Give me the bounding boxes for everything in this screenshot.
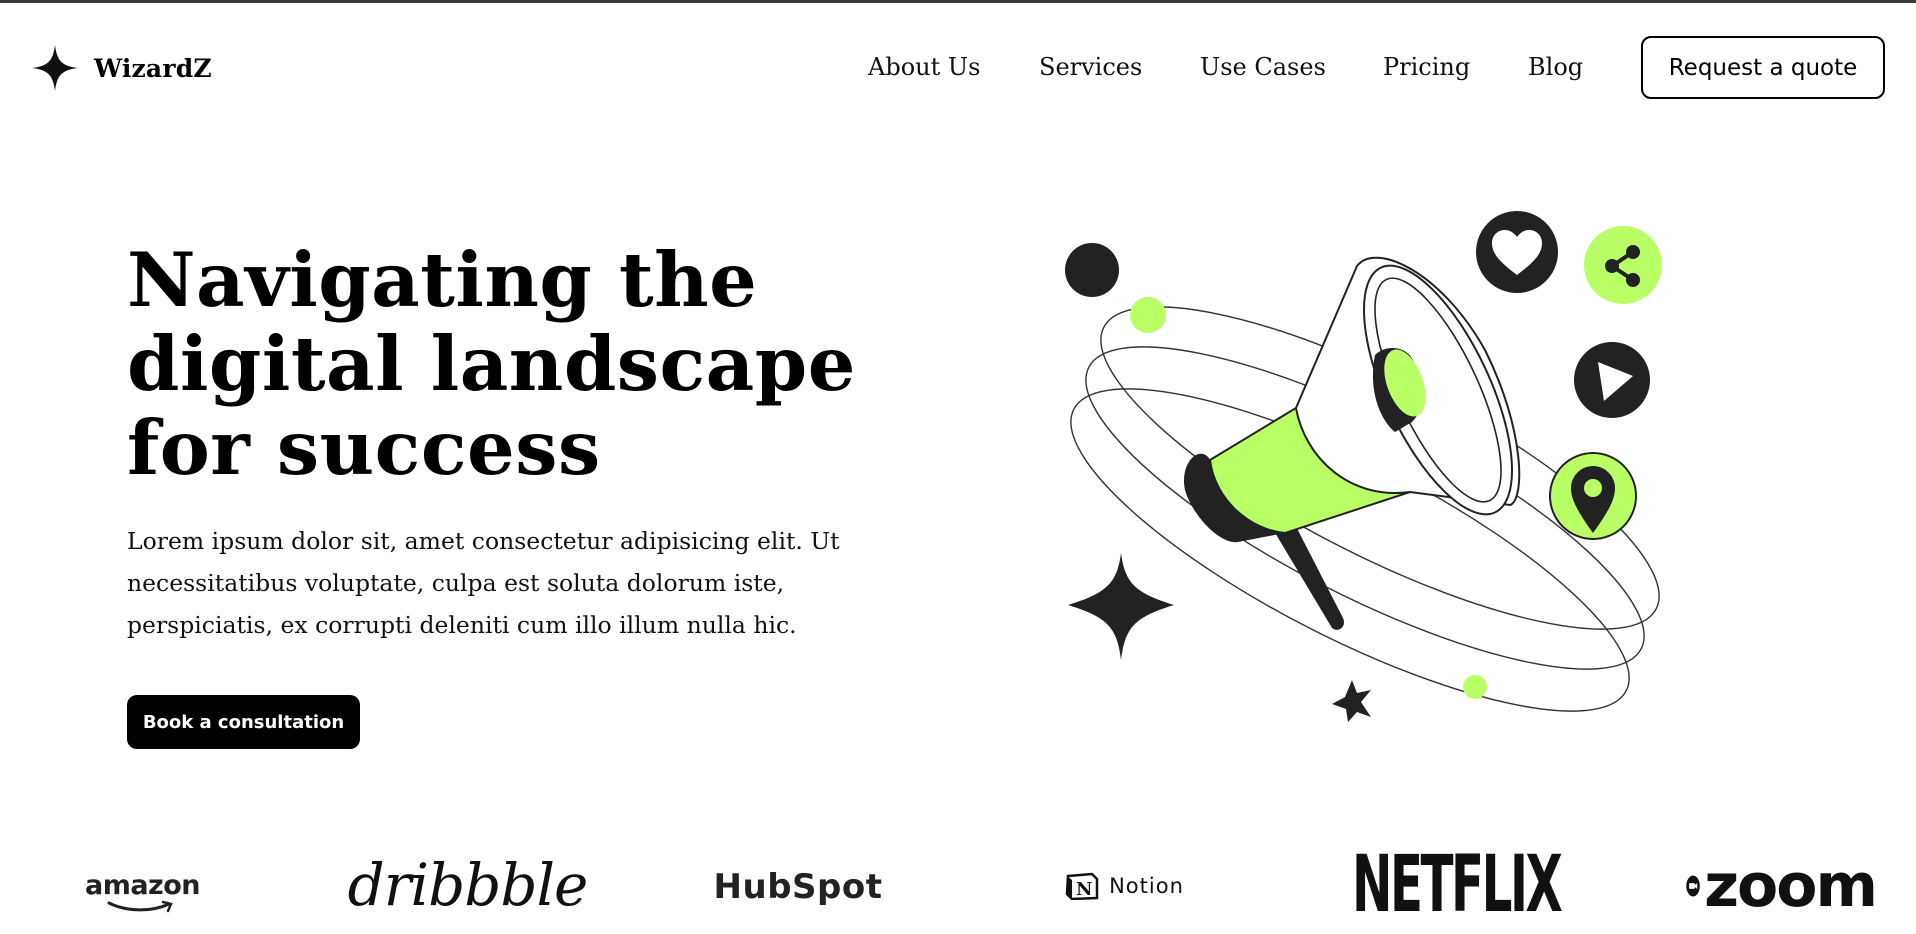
netflix-logo: NETFLIX — [1352, 840, 1563, 930]
location-pin-icon — [1549, 452, 1637, 540]
amazon-logo: amazon — [84, 862, 201, 912]
hero-description-line: Lorem ipsum dolor sit, amet consectetur … — [127, 527, 840, 555]
hero-description: Lorem ipsum dolor sit, amet consectetur … — [127, 520, 867, 646]
nav-use-cases[interactable]: Use Cases — [1200, 53, 1326, 81]
hero-title-line: Navigating the — [127, 236, 758, 324]
small-star-icon — [1332, 680, 1371, 722]
dark-dot — [1065, 243, 1119, 297]
hero-description-line: necessitatibus voluptate, culpa est solu… — [127, 569, 785, 597]
sparkle-logo-icon — [32, 45, 78, 91]
logo-text: WizardZ — [94, 53, 212, 83]
request-quote-button[interactable]: Request a quote — [1641, 36, 1885, 99]
green-dot-small — [1463, 675, 1487, 699]
nav-about-us[interactable]: About Us — [868, 53, 980, 81]
amazon-smile-icon — [107, 900, 173, 912]
amazon-wordmark: amazon — [84, 869, 201, 901]
notion-icon: N — [1065, 872, 1099, 900]
netflix-wordmark: NETFLIX — [1352, 840, 1563, 930]
share-icon — [1584, 226, 1662, 304]
svg-text:N: N — [1076, 879, 1092, 900]
nav-blog[interactable]: Blog — [1528, 53, 1583, 81]
zoom-wordmark: zoom — [1704, 851, 1878, 921]
hero-title-line: for success — [127, 404, 601, 492]
play-icon — [1574, 342, 1650, 418]
heart-icon — [1476, 211, 1558, 293]
megaphone-illustration — [1065, 211, 1662, 722]
brand-logo[interactable]: WizardZ — [30, 43, 212, 93]
megaphone-icon — [1183, 256, 1521, 543]
notion-wordmark: Notion — [1109, 874, 1184, 898]
nav-pricing[interactable]: Pricing — [1383, 53, 1470, 81]
notion-logo: N Notion — [1037, 868, 1212, 904]
zoom-logo: zoom — [1686, 848, 1878, 924]
hero-title: Navigating the digital landscape for suc… — [127, 238, 887, 490]
dribbble-logo: dribbble — [348, 850, 589, 920]
sparkle-star-icon — [1068, 553, 1174, 660]
hubspot-wordmark: HubSpot — [713, 867, 883, 907]
hero-description-line: perspiciatis, ex corrupti deleniti cum i… — [127, 611, 797, 639]
site-header: WizardZ About Us Services Use Cases Pric… — [0, 0, 1916, 140]
zoom-camera-icon — [1686, 875, 1700, 897]
dribbble-wordmark: dribbble — [347, 851, 589, 919]
green-dot — [1130, 297, 1166, 333]
hubspot-logo: HubSpot — [698, 862, 898, 912]
hero-title-line: digital landscape — [127, 320, 856, 408]
book-consultation-button[interactable]: Book a consultation — [127, 695, 360, 749]
nav-services[interactable]: Services — [1039, 53, 1142, 81]
